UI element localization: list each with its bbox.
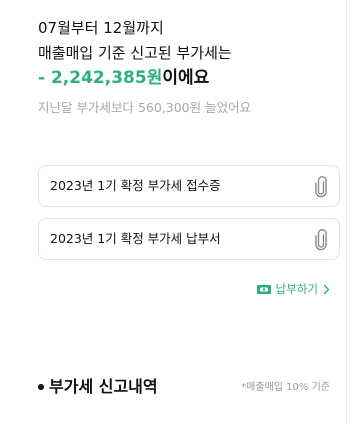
- history-title-text: 부가세 신고내역: [49, 377, 158, 396]
- pay-label: 납부하기: [275, 282, 318, 296]
- history-section-title: 부가세 신고내역: [38, 376, 158, 398]
- paperclip-icon: [315, 176, 327, 198]
- pay-button[interactable]: 납부하기: [256, 280, 330, 298]
- vat-amount-suffix: 이에요: [162, 68, 210, 88]
- comparison-text: 지난달 부가세보다 560,300원 늘었어요: [38, 100, 252, 115]
- payment-slip-document-button[interactable]: 2023년 1기 확정 부가세 납부서: [38, 218, 340, 260]
- bullet-icon: [38, 384, 44, 390]
- document-label: 2023년 1기 확정 부가세 납부서: [50, 231, 221, 246]
- document-label: 2023년 1기 확정 부가세 접수증: [50, 178, 221, 193]
- history-note: *매출매입 10% 기준: [241, 382, 330, 393]
- subtitle-text: 매출매입 기준 신고된 부가세는: [38, 44, 232, 62]
- chevron-right-icon: [323, 284, 330, 294]
- vat-amount: - 2,242,385원: [38, 68, 163, 88]
- receipt-document-button[interactable]: 2023년 1기 확정 부가세 접수증: [38, 165, 340, 207]
- paperclip-icon: [315, 229, 327, 251]
- vat-amount-line: - 2,242,385원이에요: [38, 66, 209, 90]
- period-text: 07월부터 12월까지: [38, 19, 164, 37]
- card-payment-icon: [256, 284, 271, 294]
- vat-summary-panel: 07월부터 12월까지 매출매입 기준 신고된 부가세는 - 2,242,385…: [0, 0, 347, 425]
